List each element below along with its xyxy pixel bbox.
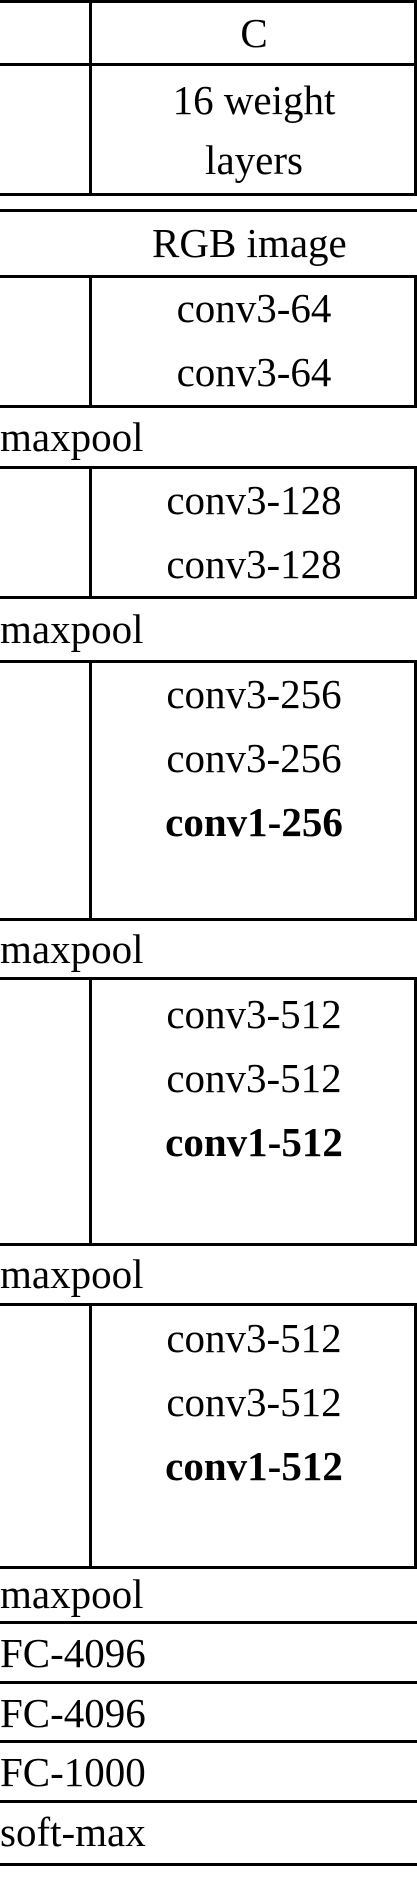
pool-row: maxpool <box>0 1251 144 1297</box>
layer: conv3-512 <box>166 1055 342 1101</box>
depth-label: 16 weight layers <box>91 70 417 190</box>
layer-new: conv1-256 <box>165 799 343 845</box>
fc-row: FC-1000 <box>0 1749 146 1795</box>
conv-block-5: conv3-512 conv3-512 conv1-512 <box>91 1306 417 1498</box>
layer-new: conv1-512 <box>165 1119 343 1165</box>
fc-row: FC-4096 <box>0 1630 146 1676</box>
rule <box>0 209 417 212</box>
layer-new: conv1-512 <box>165 1443 343 1489</box>
softmax-row: soft-max <box>0 1809 146 1855</box>
conv-block-2: conv3-128 conv3-128 <box>91 468 417 596</box>
layer: conv3-512 <box>166 1315 342 1361</box>
conv-block-3: conv3-256 conv3-256 conv1-256 <box>91 662 417 854</box>
pool-row: maxpool <box>0 926 144 972</box>
rule <box>0 63 417 66</box>
input-row: RGB image <box>152 220 347 266</box>
rule <box>0 193 417 196</box>
layer: conv3-256 <box>166 735 342 781</box>
pool-row: maxpool <box>0 1571 144 1617</box>
pool-row: maxpool <box>0 414 144 460</box>
depth-label-line: layers <box>205 137 303 183</box>
rule <box>0 596 417 599</box>
layer: conv3-256 <box>166 671 342 717</box>
layer: conv3-128 <box>166 541 342 587</box>
layer: conv3-512 <box>166 991 342 1037</box>
depth-label-line: 16 weight <box>172 77 336 123</box>
rule <box>89 0 92 196</box>
layer: conv3-512 <box>166 1379 342 1425</box>
rule <box>0 1863 417 1866</box>
conv-block-4: conv3-512 conv3-512 conv1-512 <box>91 982 417 1174</box>
fc-row: FC-4096 <box>0 1690 146 1736</box>
layer: conv3-128 <box>166 477 342 523</box>
conv-block-1: conv3-64 conv3-64 <box>91 276 417 404</box>
pool-row: maxpool <box>0 606 144 652</box>
rule <box>0 977 417 980</box>
layer: conv3-64 <box>176 349 332 395</box>
column-header: C <box>240 10 268 56</box>
layer: conv3-64 <box>176 285 332 331</box>
